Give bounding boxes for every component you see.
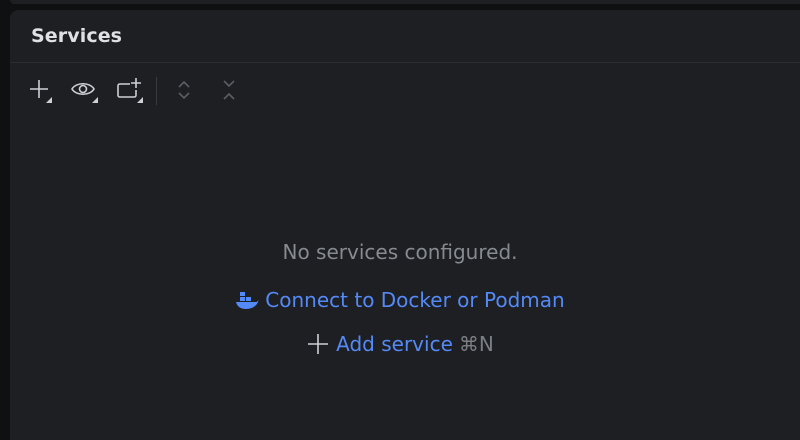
expand-all-icon xyxy=(178,80,190,100)
toolbar-separator xyxy=(156,77,157,105)
add-service-link[interactable]: Add service ⌘N xyxy=(306,332,494,356)
collapse-all-icon xyxy=(223,80,235,100)
panel-title: Services xyxy=(31,25,123,47)
view-options-button[interactable] xyxy=(67,73,101,107)
connect-docker-link[interactable]: Connect to Docker or Podman xyxy=(235,288,565,312)
add-icon xyxy=(30,80,52,103)
plus-icon xyxy=(308,334,329,354)
eye-icon xyxy=(71,82,98,103)
services-panel: Services No services configured. Connect… xyxy=(10,10,800,440)
add-service-row: Add service ⌘N xyxy=(10,332,790,361)
collapse-all-button[interactable] xyxy=(212,73,246,107)
new-group-icon xyxy=(117,78,143,103)
connect-docker-label: Connect to Docker or Podman xyxy=(265,288,565,312)
empty-message: No services configured. xyxy=(282,240,518,264)
add-service-shortcut: ⌘N xyxy=(458,332,494,356)
panel-header: Services xyxy=(10,10,800,63)
top-strip xyxy=(10,0,800,4)
docker-icon xyxy=(236,292,259,309)
add-service-label: Add service xyxy=(336,332,453,356)
connect-docker-row: Connect to Docker or Podman xyxy=(10,288,790,316)
toolbar xyxy=(10,63,800,113)
new-group-button[interactable] xyxy=(112,73,146,107)
add-service-button[interactable] xyxy=(22,73,56,107)
expand-all-button[interactable] xyxy=(167,73,201,107)
